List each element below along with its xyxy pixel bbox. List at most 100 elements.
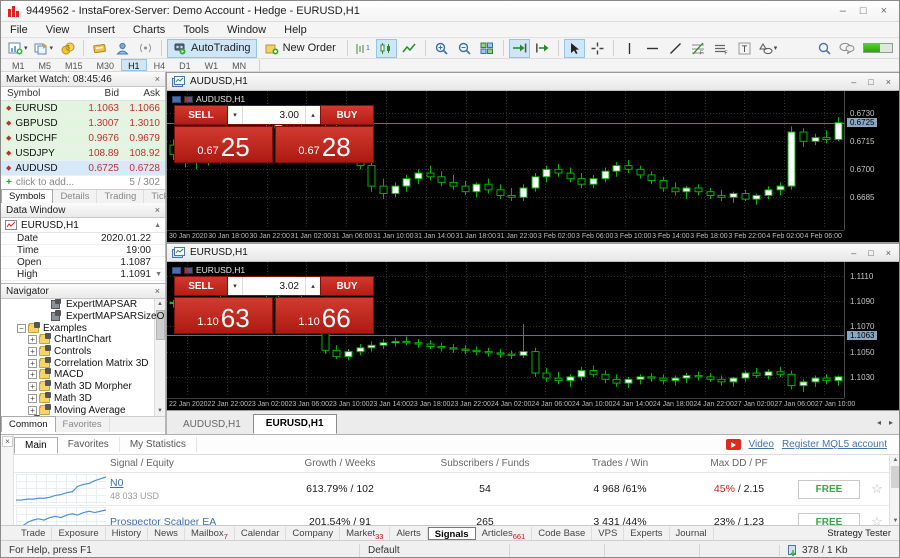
toolbox-tab-news[interactable]: News	[148, 527, 185, 540]
buy-button[interactable]: BUY	[320, 276, 374, 296]
expand-icon[interactable]: +	[28, 347, 37, 356]
navigator-item-moving-average[interactable]: +Moving Average	[1, 404, 165, 416]
toolbox-tab-code-base[interactable]: Code Base	[532, 527, 592, 540]
close-icon[interactable]: ×	[155, 205, 160, 215]
expand-icon[interactable]: +	[28, 382, 37, 391]
market-watch-row[interactable]: ◆USDCHF0.96760.9679	[1, 131, 165, 146]
market-watch-row[interactable]: ◆GBPUSD1.30071.3010	[1, 116, 165, 131]
toolbox-tab-mailbox[interactable]: Mailbox7	[185, 527, 235, 540]
volume-value[interactable]: 3.02	[243, 281, 305, 292]
autotrading-button[interactable]: AutoTrading	[167, 39, 257, 58]
toolbox-tab-alerts[interactable]: Alerts	[390, 527, 427, 540]
column-ask[interactable]: Ask	[119, 88, 165, 99]
horizontal-line-tool-button[interactable]	[642, 39, 663, 58]
navigator-item-math-3d-morpher[interactable]: +Math 3D Morpher	[1, 381, 165, 393]
one-click-trading-icon[interactable]	[184, 267, 193, 274]
signals-tab-main[interactable]: Main	[14, 437, 58, 454]
crosshair-tool-button[interactable]	[587, 39, 608, 58]
search-icon[interactable]	[818, 42, 831, 55]
auto-scroll-button[interactable]	[509, 39, 530, 58]
shapes-tool-button[interactable]: ▾	[757, 39, 780, 58]
column-subscribers-funds[interactable]: Subscribers / Funds	[415, 458, 555, 469]
depth-of-market-icon[interactable]	[172, 267, 181, 274]
close-icon[interactable]: ×	[155, 74, 160, 84]
menu-tools[interactable]: Tools	[174, 22, 218, 38]
maximize-button[interactable]: □	[860, 5, 867, 17]
candlestick-mode-button[interactable]	[376, 39, 397, 58]
navigator-item-chartinchart[interactable]: +ChartInChart	[1, 334, 165, 346]
volume-down-icon[interactable]: ▾	[228, 106, 243, 124]
toolbox-tab-market[interactable]: Market33	[340, 527, 390, 540]
timeframe-h4[interactable]: H4	[147, 59, 173, 71]
zoom-out-button[interactable]	[454, 39, 475, 58]
channel-tool-button[interactable]: F	[711, 39, 732, 58]
scroll-down-icon[interactable]: ▼	[155, 271, 162, 278]
scrollbar-thumb[interactable]	[891, 466, 900, 488]
toolbox-tab-vps[interactable]: VPS	[592, 527, 624, 540]
volume-down-icon[interactable]: ▾	[228, 277, 243, 295]
strategy-tester-label[interactable]: Strategy Tester	[827, 528, 900, 539]
close-button[interactable]: ×	[881, 5, 887, 17]
sell-button[interactable]: SELL	[174, 105, 228, 125]
timeframe-w1[interactable]: W1	[198, 59, 226, 71]
timeframe-d1[interactable]: D1	[172, 59, 198, 71]
signals-tab-favorites[interactable]: Favorites	[58, 437, 120, 452]
navigator-item-expertmapsarsizeoptim[interactable]: ExpertMAPSARSizeOptim	[1, 311, 165, 323]
tab-scroll-right-icon[interactable]: ▸	[889, 418, 893, 427]
market-watch-add-row[interactable]: + click to add... 5 / 302	[1, 176, 165, 189]
menu-insert[interactable]: Insert	[78, 22, 124, 38]
volume-stepper[interactable]: ▾ 3.02 ▴	[228, 276, 320, 296]
chart-tab-eurusd-h1[interactable]: EURUSD,H1	[253, 414, 337, 434]
volume-up-icon[interactable]: ▴	[305, 106, 320, 124]
scroll-up-icon[interactable]: ▲	[890, 455, 900, 465]
toolbox-tab-signals[interactable]: Signals	[428, 527, 476, 540]
symbols-button[interactable]: $	[57, 39, 78, 58]
menu-file[interactable]: File	[1, 22, 37, 38]
toolbox-tab-trade[interactable]: Trade	[15, 527, 52, 540]
favorite-star-icon[interactable]: ☆	[865, 481, 889, 497]
timeframe-m15[interactable]: M15	[58, 59, 90, 71]
timeframe-m1[interactable]: M1	[5, 59, 32, 71]
text-tool-button[interactable]: T	[734, 39, 755, 58]
video-icon[interactable]	[726, 439, 741, 450]
new-chart-button[interactable]: ▾	[6, 39, 30, 58]
chart-shift-button[interactable]	[532, 39, 553, 58]
market-watch-row[interactable]: ◆USDJPY108.89108.92	[1, 146, 165, 161]
column-bid[interactable]: Bid	[75, 88, 119, 99]
chat-icon[interactable]	[839, 42, 855, 54]
volume-up-icon[interactable]: ▴	[305, 277, 320, 295]
sell-button[interactable]: SELL	[174, 276, 228, 296]
time-scale[interactable]: 22 Jan 202022 Jan 22:0023 Jan 02:0023 Ja…	[167, 398, 844, 410]
toolbox-tab-company[interactable]: Company	[286, 527, 340, 540]
signals-tab-my-statistics[interactable]: My Statistics	[120, 437, 197, 452]
signal-row[interactable]: N048 033 USD613.79% / 102544 968 /61%45%…	[14, 473, 889, 506]
tile-windows-button[interactable]	[477, 39, 498, 58]
trendline-tool-button[interactable]	[665, 39, 686, 58]
depth-of-market-icon[interactable]	[172, 96, 181, 103]
line-chart-mode-button[interactable]	[399, 39, 420, 58]
buy-price-panel[interactable]: 0.67 28	[275, 126, 374, 163]
zoom-in-button[interactable]	[431, 39, 452, 58]
market-watch-toggle-button[interactable]	[89, 39, 110, 58]
market-watch-row[interactable]: ◆EURUSD1.10631.1066	[1, 101, 165, 116]
toolbox-tab-history[interactable]: History	[106, 527, 149, 540]
tab-common[interactable]: Common	[1, 416, 56, 432]
market-watch-row[interactable]: ◆AUDUSD0.67250.6728	[1, 161, 165, 176]
resize-grip[interactable]	[891, 541, 900, 558]
timeframe-m5[interactable]: M5	[32, 59, 59, 71]
collapse-icon[interactable]: −	[17, 324, 26, 333]
status-profile[interactable]: Default	[359, 544, 509, 557]
menu-view[interactable]: View	[37, 22, 79, 38]
minimize-button[interactable]: –	[840, 5, 846, 17]
menu-charts[interactable]: Charts	[124, 22, 174, 38]
buy-price-panel[interactable]: 1.10 66	[275, 297, 374, 334]
timeframe-h1[interactable]: H1	[121, 59, 147, 71]
signals-scrollbar[interactable]: ▲ ▼	[889, 455, 900, 526]
navigator-item-examples[interactable]: −Examples	[1, 322, 165, 334]
free-button[interactable]: FREE	[798, 480, 860, 499]
volume-value[interactable]: 3.00	[243, 110, 305, 121]
price-scale[interactable]: 0.67300.67150.67000.66850.6725	[844, 91, 900, 230]
free-button[interactable]: FREE	[798, 513, 860, 527]
tab-favorites[interactable]: Favorites	[56, 417, 110, 432]
bar-chart-mode-button[interactable]: 1	[353, 39, 374, 58]
